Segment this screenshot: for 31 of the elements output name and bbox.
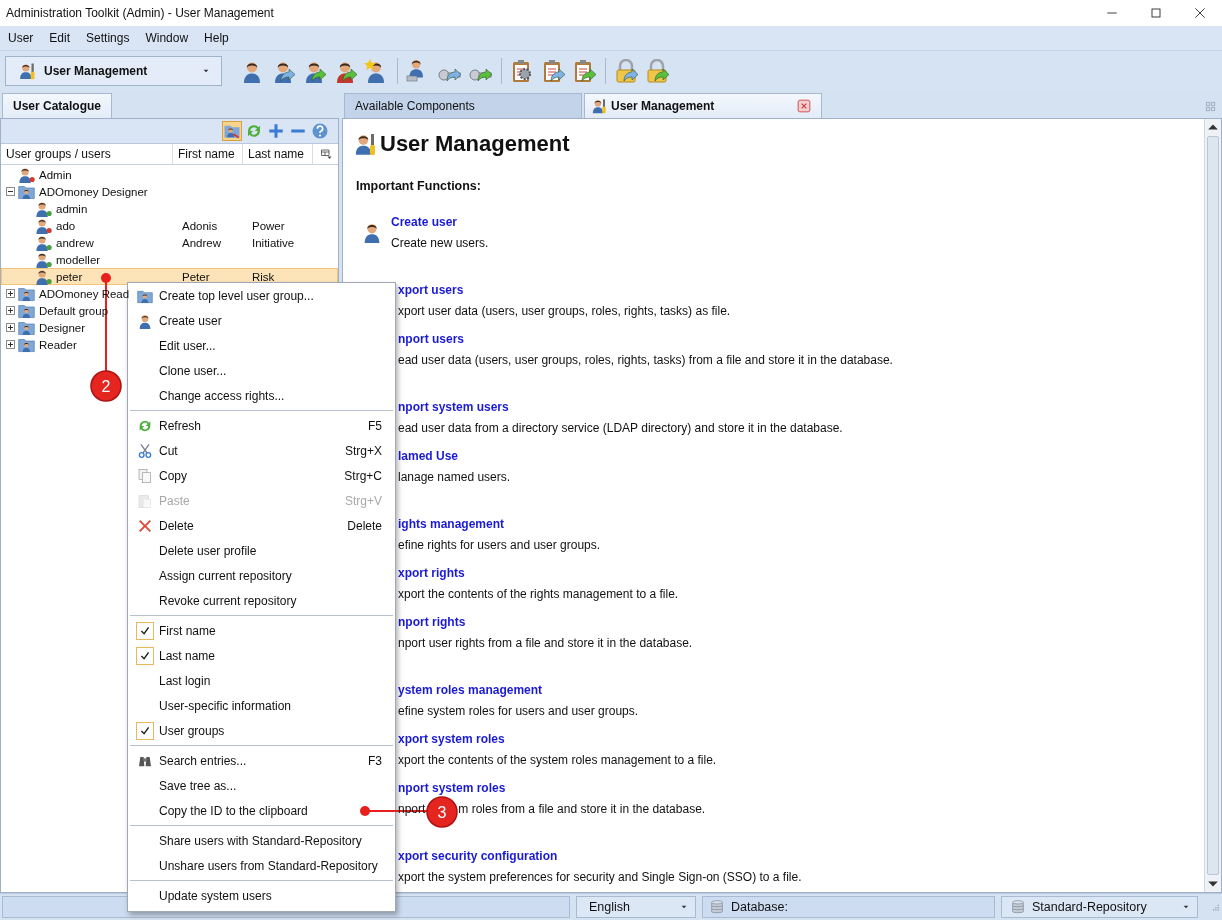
table-cell: Risk xyxy=(252,270,275,283)
table-cell: Peter xyxy=(182,270,210,283)
function-description: ead user data from a directory service (LDAP directory) and store it in the database. xyxy=(398,420,843,436)
function-description: efine rights for users and user groups. xyxy=(398,537,601,553)
window-title: Administration Toolkit (Admin) - User Management xyxy=(5,6,274,20)
tree-item-label: Reader xyxy=(39,338,77,351)
function-description: lanage named users. xyxy=(398,469,511,485)
function-description: xport the contents of the system roles management to a file. xyxy=(398,752,717,768)
function-description: nport user rights from a file and store it in the database. xyxy=(398,635,693,651)
tree-item-label: modeller xyxy=(56,253,101,266)
function-description: m roles from a file and store it in the database. xyxy=(458,801,706,817)
function-description: efine system roles for users and user groups. xyxy=(398,703,639,719)
tree-item-label: ADOmoney Designer xyxy=(39,185,148,198)
table-cell: Andrew xyxy=(182,236,221,249)
tree-item-label: Admin xyxy=(39,168,72,181)
function-description: xport the contents of the rights management to a file. xyxy=(398,586,679,602)
page-title: User Management xyxy=(380,131,570,157)
tree-item-label: admin xyxy=(56,202,88,215)
tree-item-label: ado xyxy=(56,219,76,232)
table-cell: Power xyxy=(252,219,285,232)
function-description: Create new users. xyxy=(391,235,489,251)
function-description: xport the system preferences for security and Single Sign-on (SSO) to a file. xyxy=(398,869,802,885)
tree-item-label: andrew xyxy=(56,236,94,249)
function-description: ead user data (users, user groups, roles, rights, tasks) from a file and store it in the database. xyxy=(398,352,893,368)
table-cell: Adonis xyxy=(182,219,218,232)
table-cell: Initiative xyxy=(252,236,295,249)
tree-item-label: peter xyxy=(56,270,83,283)
database-label: Database: xyxy=(731,900,788,914)
section-heading: Important Functions: xyxy=(355,178,482,194)
function-description: xport user data (users, user groups, roles, rights, tasks) as file. xyxy=(398,303,731,319)
tree-item-label: Designer xyxy=(39,321,86,334)
